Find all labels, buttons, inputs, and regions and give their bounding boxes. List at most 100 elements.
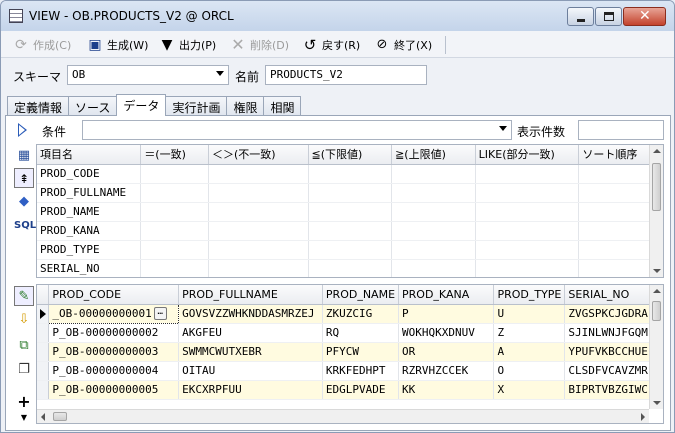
table-cell[interactable]: P_OB-00000000003 (48, 342, 180, 362)
condition-cell[interactable] (475, 164, 580, 184)
table-cell[interactable]: PFYCW (322, 342, 400, 362)
edit-icon[interactable]: ✎ (14, 286, 34, 306)
condition-cell[interactable] (308, 221, 393, 241)
scroll-thumb[interactable] (652, 163, 661, 211)
condition-cell[interactable] (475, 202, 580, 222)
table-cell[interactable]: RQ (322, 323, 400, 343)
create-button[interactable]: ⟳ 作成(C) (13, 36, 71, 54)
table-row[interactable]: _OB-00000000001… GOVSVZZWHKNDDASMRZEJ ZK… (37, 303, 663, 324)
table-cell[interactable]: CLSDFVCAVZMR (564, 361, 663, 381)
table-cell[interactable]: EKCXRPFUU (178, 380, 323, 400)
back-button[interactable]: ↺ 戻す(R) (302, 36, 361, 54)
condition-cell[interactable] (308, 240, 393, 260)
result-hscrollbar[interactable] (37, 409, 649, 423)
column-header[interactable]: LIKE(部分一致) (475, 145, 580, 165)
table-cell[interactable]: SWMMCWUTXEBR (178, 342, 323, 362)
column-header[interactable]: ＜＞(不一致) (208, 145, 309, 165)
sql-icon[interactable]: SQL (14, 216, 36, 236)
condition-cell[interactable] (308, 202, 393, 222)
condition-cell[interactable] (475, 221, 580, 241)
chevron-down-icon[interactable]: ▼ (14, 408, 34, 428)
condition-cell[interactable] (140, 240, 209, 260)
delete-button[interactable]: ✕ 削除(D) (230, 36, 289, 54)
play-icon[interactable] (18, 123, 27, 137)
tab-execution-plan[interactable]: 実行計画 (165, 96, 228, 116)
column-header[interactable]: PROD_NAME (322, 285, 400, 305)
condition-cell[interactable] (308, 164, 393, 184)
condition-cell[interactable] (391, 202, 476, 222)
schema-select[interactable]: OB (67, 65, 229, 85)
close-button[interactable]: ✕ (623, 7, 666, 26)
condition-cell[interactable] (208, 221, 309, 241)
condition-cell[interactable] (208, 164, 309, 184)
table-cell[interactable]: EDGLPVADE (322, 380, 400, 400)
eraser-icon[interactable]: ◆ (14, 192, 34, 212)
finish-button[interactable]: ⊘ 終了(X) (374, 36, 433, 54)
scroll-thumb[interactable] (652, 301, 661, 321)
insert-row-icon[interactable]: ⇩ (14, 310, 34, 330)
column-header[interactable]: ＝(一致) (140, 145, 209, 165)
collapse-icon[interactable]: ⇞ (14, 168, 34, 188)
condition-cell[interactable] (140, 221, 209, 241)
copy-row-icon[interactable]: ⧉ (14, 336, 34, 356)
condition-cell[interactable] (391, 240, 476, 260)
table-cell[interactable]: U (493, 304, 566, 324)
condition-cell[interactable] (391, 164, 476, 184)
condition-cell[interactable] (140, 164, 209, 184)
tab-privileges[interactable]: 権限 (226, 96, 265, 116)
table-cell[interactable]: O (493, 361, 566, 381)
table-row[interactable]: P_OB-00000000004 OITAU KRKFEDHPT RZRVHZC… (37, 361, 663, 381)
result-grid[interactable]: PROD_CODE PROD_FULLNAME PROD_NAME PROD_K… (36, 284, 664, 424)
table-cell[interactable]: SJINLWNJFGQM (564, 323, 663, 343)
generate-button[interactable]: ▣ 生成(W) (87, 36, 148, 54)
table-cell[interactable]: YPUFVKBCCHUE (564, 342, 663, 362)
condition-cell[interactable] (391, 183, 476, 203)
output-button[interactable]: ▼ 出力(P) (159, 36, 217, 54)
condition-cell[interactable] (140, 183, 209, 203)
condition-cell[interactable] (475, 240, 580, 260)
condition-vscrollbar[interactable] (649, 145, 663, 277)
table-cell[interactable]: KK (398, 380, 495, 400)
tab-data[interactable]: データ (116, 94, 167, 116)
table-cell[interactable]: P_OB-00000000005 (48, 380, 180, 400)
table-cell[interactable]: AKGFEU (178, 323, 323, 343)
result-vscrollbar[interactable] (649, 285, 663, 409)
ellipsis-icon[interactable]: … (153, 307, 167, 321)
table-row[interactable]: P_OB-00000000002 AKGFEU RQ WOKHQKXDNUV Z… (37, 323, 663, 343)
table-cell[interactable]: RZRVHZCCEK (398, 361, 495, 381)
table-cell[interactable]: A (493, 342, 566, 362)
table-cell[interactable]: GOVSVZZWHKNDDASMRZEJ (178, 304, 323, 324)
condition-grid[interactable]: 項目名 ＝(一致) ＜＞(不一致) ≦(下限値) ≧(上限値) LIKE(部分一… (36, 144, 664, 278)
tab-source[interactable]: ソース (68, 96, 118, 116)
column-header[interactable]: PROD_CODE (48, 285, 180, 305)
scroll-up-icon[interactable] (653, 289, 661, 293)
table-row[interactable]: P_OB-00000000005 EKCXRPFUU EDGLPVADE KK … (37, 380, 663, 400)
scroll-right-icon[interactable] (641, 413, 645, 421)
table-row[interactable]: P_OB-00000000003 SWMMCWUTXEBR PFYCW OR A… (37, 342, 663, 362)
table-cell[interactable]: X (493, 380, 566, 400)
scroll-thumb[interactable] (53, 412, 67, 421)
condition-cell[interactable] (308, 183, 393, 203)
count-input[interactable] (578, 120, 664, 140)
name-field[interactable]: PRODUCTS_V2 (265, 65, 427, 85)
condition-cell[interactable] (208, 240, 309, 260)
column-header[interactable]: ≦(下限値) (308, 145, 393, 165)
tab-definition[interactable]: 定義情報 (7, 96, 70, 116)
column-header[interactable]: 項目名 (37, 145, 142, 165)
table-cell[interactable]: WOKHQKXDNUV (398, 323, 495, 343)
table-cell[interactable]: OITAU (178, 361, 323, 381)
table-cell[interactable]: P_OB-00000000002 (48, 323, 180, 343)
condition-cell[interactable] (308, 259, 393, 277)
grid-icon[interactable]: ▦ (14, 146, 34, 166)
table-cell[interactable]: ZKUZCIG (322, 304, 400, 324)
scroll-up-icon[interactable] (653, 149, 661, 153)
column-header[interactable]: PROD_FULLNAME (178, 285, 323, 305)
table-cell[interactable]: P (398, 304, 495, 324)
scroll-left-icon[interactable] (41, 413, 45, 421)
table-cell[interactable]: P_OB-00000000004 (48, 361, 180, 381)
table-cell[interactable]: OR (398, 342, 495, 362)
minimize-button[interactable] (567, 7, 594, 26)
condition-cell[interactable] (475, 259, 580, 277)
condition-cell[interactable] (475, 183, 580, 203)
condition-input[interactable] (82, 120, 512, 140)
